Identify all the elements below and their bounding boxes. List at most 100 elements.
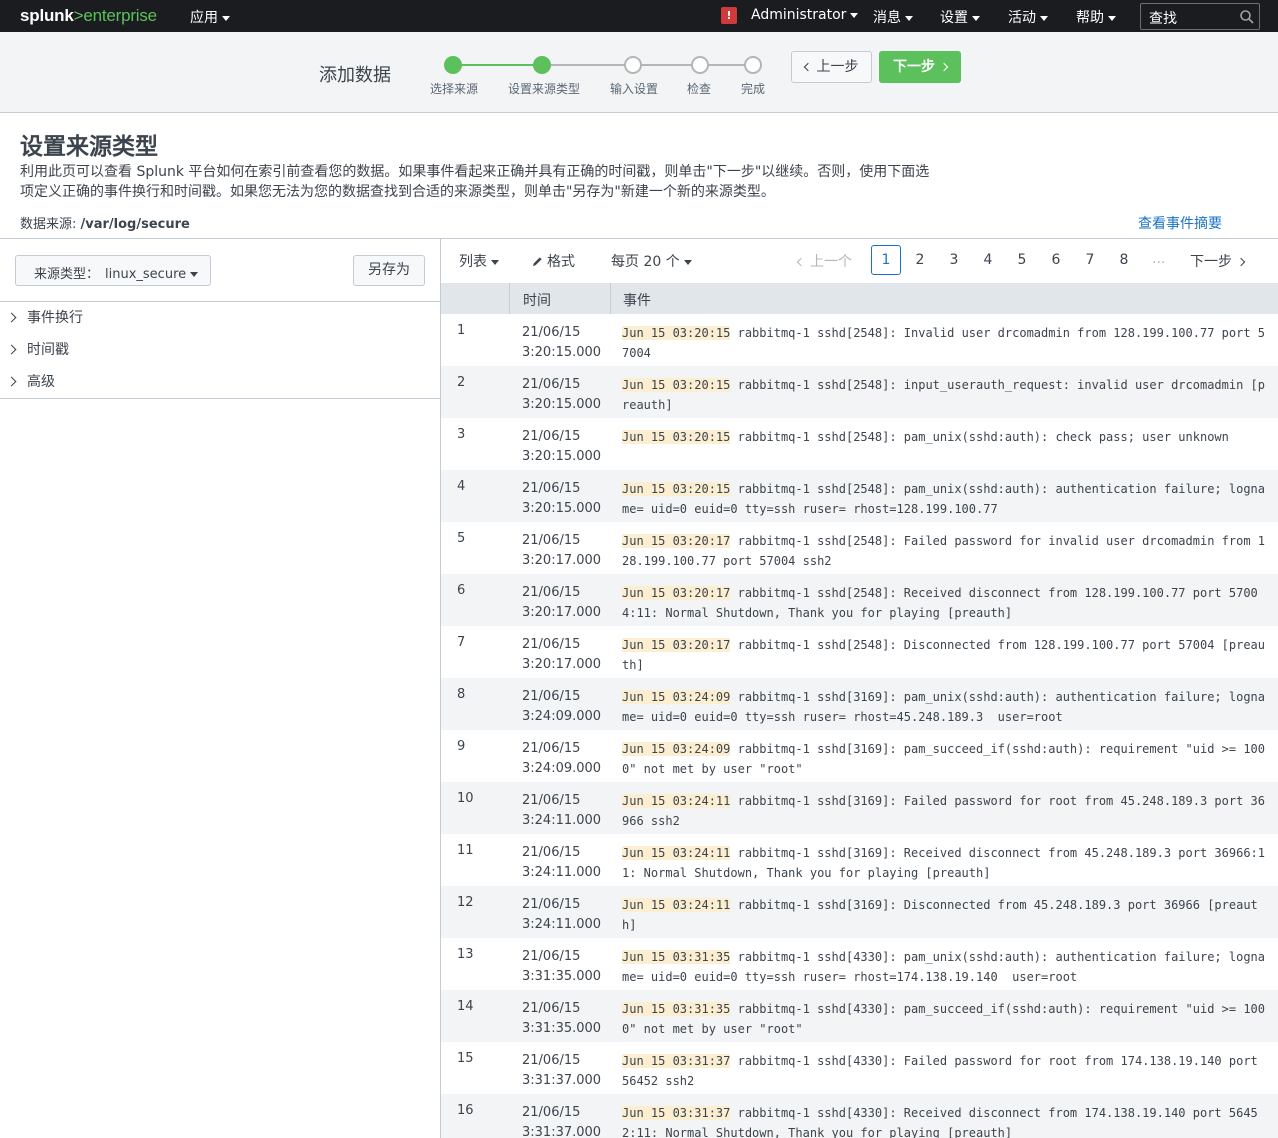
table-row[interactable]: 4 21/06/15 3:20:15.000 Jun 15 03:20:15 rabb…	[441, 470, 1278, 522]
event-time: 21/06/15 3:20:15.000	[522, 323, 612, 363]
row-number: 9	[457, 739, 466, 754]
event-date: 21/06/15	[522, 429, 581, 444]
pagination-next[interactable]: 下一步	[1190, 251, 1246, 271]
previous-button[interactable]: 上一步	[791, 51, 872, 83]
table-row[interactable]: 1 21/06/15 3:20:15.000 Jun 15 03:20:15 rabb…	[441, 314, 1278, 366]
chevron-down-icon	[1108, 15, 1116, 21]
table-row[interactable]: 6 21/06/15 3:20:17.000 Jun 15 03:20:17 rabb…	[441, 574, 1278, 626]
table-row[interactable]: 3 21/06/15 3:20:15.000 Jun 15 03:20:15 rabb…	[441, 418, 1278, 470]
event-text: Jun 15 03:24:11 rabbitmq-1 sshd[3169]: F…	[622, 791, 1272, 831]
column-header-event[interactable]: 事件	[623, 290, 651, 310]
step-dot-set-sourcetype	[533, 56, 551, 74]
event-time: 21/06/15 3:20:15.000	[522, 375, 612, 415]
user-menu-label: Administrator	[751, 7, 847, 23]
table-row[interactable]: 13 21/06/15 3:31:35.000 Jun 15 03:31:35 rab…	[441, 938, 1278, 990]
help-menu[interactable]: 帮助	[1076, 7, 1116, 27]
event-clock: 3:20:15.000	[522, 345, 602, 360]
search-input-text: 查找	[1149, 11, 1177, 27]
table-row[interactable]: 16 21/06/15 3:31:37.000 Jun 15 03:31:37 rab…	[441, 1094, 1278, 1138]
chevron-right-icon	[6, 376, 17, 387]
chevron-down-icon	[850, 12, 859, 18]
event-text: Jun 15 03:24:11 rabbitmq-1 sshd[3169]: R…	[622, 843, 1272, 883]
table-row[interactable]: 14 21/06/15 3:31:35.000 Jun 15 03:31:35 rab…	[441, 990, 1278, 1042]
logo-separator: >	[73, 6, 84, 25]
event-timestamp-highlight: Jun 15 03:24:11	[622, 846, 731, 860]
data-source-line: 数据来源: /var/log/secure	[20, 213, 190, 232]
add-data-wizard: 添加数据 选择来源 设置来源类型 输入设置 检查 完成 上一步 下一步	[0, 32, 1278, 113]
chevron-right-icon	[1236, 257, 1246, 267]
user-menu[interactable]: Administrator	[751, 7, 859, 23]
step-dot-done	[744, 56, 762, 74]
messages-menu[interactable]: 消息	[873, 7, 913, 27]
search-icon	[1240, 10, 1254, 24]
accordion-advanced[interactable]: 高级	[6, 371, 55, 391]
column-header-time[interactable]: 时间	[523, 290, 551, 310]
apps-menu[interactable]: 应用	[190, 7, 230, 27]
table-row[interactable]: 11 21/06/15 3:24:11.000 Jun 15 03:24:11 rab…	[441, 834, 1278, 886]
table-row[interactable]: 9 21/06/15 3:24:09.000 Jun 15 03:24:09 rabb…	[441, 730, 1278, 782]
events-table-header: 时间 事件	[441, 283, 1278, 314]
accordion-label: 时间戳	[27, 342, 69, 358]
logo-product: enterprise	[83, 6, 157, 25]
event-text: Jun 15 03:20:17 rabbitmq-1 sshd[2548]: F…	[622, 531, 1272, 571]
chevron-down-icon	[190, 272, 199, 277]
event-date: 21/06/15	[522, 845, 581, 860]
activity-menu[interactable]: 活动	[1008, 7, 1048, 27]
table-row[interactable]: 2 21/06/15 3:20:15.000 Jun 15 03:20:15 rabb…	[441, 366, 1278, 418]
event-time: 21/06/15 3:24:11.000	[522, 843, 612, 883]
table-row[interactable]: 12 21/06/15 3:24:11.000 Jun 15 03:24:11 rab…	[441, 886, 1278, 938]
next-button[interactable]: 下一步	[879, 51, 961, 83]
page-1-button[interactable]: 1	[871, 245, 901, 275]
page-8-button[interactable]: 8	[1109, 245, 1139, 275]
splunk-logo[interactable]: splunk>enterprise	[20, 6, 157, 26]
accordion-timestamp[interactable]: 时间戳	[6, 339, 69, 359]
alert-icon[interactable]: !	[721, 7, 737, 24]
event-date: 21/06/15	[522, 1105, 581, 1120]
column-divider	[509, 283, 510, 314]
event-clock: 3:20:15.000	[522, 397, 602, 412]
step-label-select-source: 选择来源	[430, 82, 479, 96]
event-timestamp-highlight: Jun 15 03:24:09	[622, 742, 731, 756]
event-date: 21/06/15	[522, 481, 581, 496]
table-row[interactable]: 5 21/06/15 3:20:17.000 Jun 15 03:20:17 rabb…	[441, 522, 1278, 574]
wizard-title: 添加数据	[319, 65, 391, 86]
per-page-menu[interactable]: 每页 20 个	[611, 251, 692, 271]
format-button[interactable]: 格式	[532, 251, 575, 271]
page-7-button[interactable]: 7	[1075, 245, 1105, 275]
sourcetype-settings-panel: 来源类型： linux_secure 另存为 事件换行 时间戳 高级	[0, 238, 441, 1138]
event-time: 21/06/15 3:20:17.000	[522, 635, 612, 675]
page-5-button[interactable]: 5	[1007, 245, 1037, 275]
event-text: Jun 15 03:24:11 rabbitmq-1 sshd[3169]: D…	[622, 895, 1272, 935]
step-label-input-settings: 输入设置	[610, 82, 659, 96]
event-text: Jun 15 03:20:15 rabbitmq-1 sshd[2548]: p…	[622, 427, 1272, 447]
event-date: 21/06/15	[522, 637, 581, 652]
top-nav-bar: splunk>enterprise 应用 ! Administrator 消息 …	[0, 0, 1278, 32]
table-row[interactable]: 8 21/06/15 3:24:09.000 Jun 15 03:24:09 rabb…	[441, 678, 1278, 730]
page-4-button[interactable]: 4	[973, 245, 1003, 275]
sourcetype-dropdown[interactable]: 来源类型： linux_secure	[15, 255, 211, 286]
event-timestamp-highlight: Jun 15 03:24:09	[622, 690, 731, 704]
event-timestamp-highlight: Jun 15 03:20:17	[622, 638, 731, 652]
table-row[interactable]: 10 21/06/15 3:24:11.000 Jun 15 03:24:11 rab…	[441, 782, 1278, 834]
pagination-previous[interactable]: 上一个	[796, 251, 852, 271]
table-row[interactable]: 7 21/06/15 3:20:17.000 Jun 15 03:20:17 rabb…	[441, 626, 1278, 678]
search-input[interactable]: 查找	[1140, 3, 1260, 30]
page-3-button[interactable]: 3	[939, 245, 969, 275]
chevron-left-icon	[803, 62, 812, 72]
row-number: 14	[457, 999, 474, 1014]
column-divider	[610, 283, 611, 314]
event-date: 21/06/15	[522, 585, 581, 600]
event-time: 21/06/15 3:24:11.000	[522, 895, 612, 935]
page-2-button[interactable]: 2	[905, 245, 935, 275]
event-clock: 3:20:17.000	[522, 553, 602, 568]
save-as-button[interactable]: 另存为	[353, 255, 425, 286]
event-date: 21/06/15	[522, 1001, 581, 1016]
list-view-menu[interactable]: 列表	[459, 251, 499, 271]
table-row[interactable]: 15 21/06/15 3:31:37.000 Jun 15 03:31:37 rab…	[441, 1042, 1278, 1094]
event-time: 21/06/15 3:20:15.000	[522, 479, 612, 519]
row-number: 16	[457, 1103, 474, 1118]
accordion-event-breaks[interactable]: 事件换行	[6, 307, 83, 327]
page-6-button[interactable]: 6	[1041, 245, 1071, 275]
view-event-summary-link[interactable]: 查看事件摘要	[1138, 213, 1222, 233]
settings-menu[interactable]: 设置	[940, 7, 980, 27]
